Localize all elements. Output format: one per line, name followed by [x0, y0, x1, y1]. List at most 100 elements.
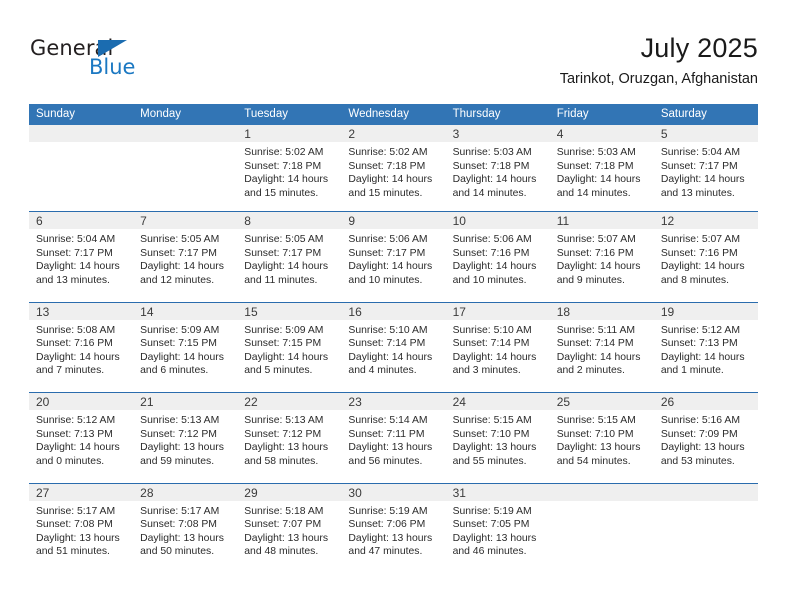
day-cell[interactable]: 5 Sunrise: 5:04 AM Sunset: 7:17 PM Daylight… [653, 125, 758, 211]
day-number-band: 31 [445, 483, 550, 501]
day-number: 1 [244, 127, 251, 141]
daylight-text-line1: Daylight: 14 hours [36, 261, 120, 273]
daylight-text-line1: Daylight: 14 hours [244, 261, 329, 273]
day-cell[interactable]: 22 Sunrise: 5:13 AM Sunset: 7:12 PM Dayligh… [237, 393, 342, 483]
day-sun-info: Sunrise: 5:08 AM Sunset: 7:16 PM Daylight:… [29, 320, 133, 378]
day-number-band: 5 [653, 125, 758, 142]
day-cell[interactable]: 15 Sunrise: 5:09 AM Sunset: 7:15 PM Dayligh… [237, 302, 342, 392]
sunrise-text: Sunrise: 5:13 AM [244, 415, 324, 426]
day-cell-empty [653, 483, 758, 573]
day-cell[interactable]: 26 Sunrise: 5:16 AM Sunset: 7:09 PM Dayligh… [653, 393, 758, 483]
daylight-text-line1: Daylight: 13 hours [244, 532, 329, 544]
daylight-text-line2: and 53 minutes. [660, 455, 735, 467]
daylight-text-line1: Daylight: 13 hours [452, 532, 537, 544]
sunset-text: Sunset: 7:15 PM [140, 338, 217, 350]
day-cell-empty [29, 125, 134, 211]
week-row: 20 Sunrise: 5:12 AM Sunset: 7:13 PM Dayligh… [29, 392, 758, 483]
sunrise-text: Sunrise: 5:03 AM [556, 147, 636, 158]
sunset-text: Sunset: 7:16 PM [452, 247, 530, 259]
sunset-text: Sunset: 7:18 PM [348, 160, 426, 172]
day-sun-info: Sunrise: 5:05 AM Sunset: 7:17 PM Daylight:… [133, 229, 237, 287]
day-number-band [549, 483, 654, 501]
daylight-text-line2: and 11 minutes. [244, 274, 318, 286]
day-cell[interactable]: 23 Sunrise: 5:14 AM Sunset: 7:11 PM Dayligh… [341, 393, 446, 483]
day-number: 14 [140, 304, 154, 319]
day-number: 13 [36, 304, 50, 319]
day-number-band [29, 125, 134, 142]
day-cell[interactable]: 16 Sunrise: 5:10 AM Sunset: 7:14 PM Dayligh… [341, 302, 446, 392]
day-cell[interactable]: 6 Sunrise: 5:04 AM Sunset: 7:17 PM Daylight… [29, 212, 134, 302]
sunrise-text: Sunrise: 5:17 AM [36, 505, 116, 517]
daylight-text-line2: and 46 minutes. [452, 546, 527, 558]
sunset-text: Sunset: 7:09 PM [660, 428, 738, 440]
day-cell[interactable]: 31 Sunrise: 5:19 AM Sunset: 7:05 PM Dayligh… [445, 483, 550, 573]
day-cell[interactable]: 3 Sunrise: 5:03 AM Sunset: 7:18 PM Daylight… [445, 125, 550, 211]
weekday-header-sunday: Sunday [36, 108, 76, 120]
day-sun-info: Sunrise: 5:17 AM Sunset: 7:08 PM Daylight:… [29, 501, 133, 559]
daylight-text-line1: Daylight: 14 hours [452, 261, 537, 273]
sunset-text: Sunset: 7:17 PM [140, 247, 217, 259]
day-cell[interactable]: 19 Sunrise: 5:12 AM Sunset: 7:13 PM Dayligh… [653, 302, 758, 392]
day-number: 2 [348, 127, 356, 141]
day-cell[interactable]: 13 Sunrise: 5:08 AM Sunset: 7:16 PM Dayligh… [29, 302, 134, 392]
sunset-text: Sunset: 7:06 PM [348, 519, 426, 531]
weekday-header-row: Sunday Monday Tuesday Wednesday Thursday… [29, 104, 758, 125]
sunrise-text: Sunrise: 5:19 AM [348, 505, 428, 517]
daylight-text-line1: Daylight: 14 hours [348, 351, 433, 363]
day-cell[interactable]: 2 Sunrise: 5:02 AM Sunset: 7:18 PM Daylight… [341, 125, 446, 211]
day-number-band: 19 [653, 302, 758, 320]
day-cell[interactable]: 24 Sunrise: 5:15 AM Sunset: 7:10 PM Dayligh… [445, 393, 550, 483]
day-cell[interactable]: 14 Sunrise: 5:09 AM Sunset: 7:15 PM Dayligh… [133, 302, 238, 392]
sunrise-text: Sunrise: 5:16 AM [660, 415, 740, 426]
day-cell[interactable]: 10 Sunrise: 5:06 AM Sunset: 7:16 PM Dayligh… [445, 212, 550, 302]
sunset-text: Sunset: 7:18 PM [556, 160, 634, 172]
day-cell[interactable]: 8 Sunrise: 5:05 AM Sunset: 7:17 PM Daylight… [237, 212, 342, 302]
day-cell[interactable]: 17 Sunrise: 5:10 AM Sunset: 7:14 PM Dayligh… [445, 302, 550, 392]
day-cell[interactable]: 29 Sunrise: 5:18 AM Sunset: 7:07 PM Dayligh… [237, 483, 342, 573]
daylight-text-line2: and 59 minutes. [140, 455, 215, 467]
day-number: 31 [452, 485, 466, 500]
sunrise-text: Sunrise: 5:19 AM [452, 505, 532, 517]
day-number: 8 [244, 214, 251, 228]
daylight-text-line2: and 1 minute. [660, 365, 724, 377]
sunset-text: Sunset: 7:16 PM [660, 247, 738, 259]
day-sun-info: Sunrise: 5:09 AM Sunset: 7:15 PM Daylight:… [237, 320, 341, 378]
day-cell[interactable]: 20 Sunrise: 5:12 AM Sunset: 7:13 PM Dayligh… [29, 393, 134, 483]
sunrise-text: Sunrise: 5:06 AM [452, 234, 532, 245]
sunrise-text: Sunrise: 5:04 AM [660, 147, 740, 158]
sunrise-text: Sunrise: 5:02 AM [348, 147, 428, 158]
daylight-text-line1: Daylight: 14 hours [660, 351, 745, 363]
sunrise-text: Sunrise: 5:09 AM [140, 324, 220, 336]
daylight-text-line1: Daylight: 13 hours [36, 532, 120, 544]
sunset-text: Sunset: 7:05 PM [452, 519, 530, 531]
sunset-text: Sunset: 7:18 PM [452, 160, 530, 172]
day-cell[interactable]: 21 Sunrise: 5:13 AM Sunset: 7:12 PM Dayligh… [133, 393, 238, 483]
day-cell[interactable]: 12 Sunrise: 5:07 AM Sunset: 7:16 PM Dayligh… [653, 212, 758, 302]
day-number-band: 12 [653, 212, 758, 229]
daylight-text-line1: Daylight: 14 hours [556, 351, 641, 363]
day-cell[interactable]: 25 Sunrise: 5:15 AM Sunset: 7:10 PM Dayligh… [549, 393, 654, 483]
day-cell[interactable]: 28 Sunrise: 5:17 AM Sunset: 7:08 PM Dayligh… [133, 483, 238, 573]
week-row: 13 Sunrise: 5:08 AM Sunset: 7:16 PM Dayligh… [29, 301, 758, 392]
day-cell[interactable]: 4 Sunrise: 5:03 AM Sunset: 7:18 PM Daylight… [549, 125, 654, 211]
day-cell[interactable]: 30 Sunrise: 5:19 AM Sunset: 7:06 PM Dayligh… [341, 483, 446, 573]
day-cell[interactable]: 7 Sunrise: 5:05 AM Sunset: 7:17 PM Daylight… [133, 212, 238, 302]
day-cell[interactable]: 9 Sunrise: 5:06 AM Sunset: 7:17 PM Daylight… [341, 212, 446, 302]
daylight-text-line1: Daylight: 14 hours [140, 351, 224, 363]
day-number: 15 [244, 304, 258, 319]
day-number: 5 [660, 127, 668, 141]
day-cell[interactable]: 1 Sunrise: 5:02 AM Sunset: 7:18 PM Daylight… [237, 125, 342, 211]
day-number: 26 [660, 395, 675, 409]
day-cell[interactable]: 27 Sunrise: 5:17 AM Sunset: 7:08 PM Dayligh… [29, 483, 134, 573]
day-number-band: 20 [29, 393, 134, 410]
day-number: 11 [556, 214, 570, 228]
general-blue-logo[interactable]: General Blue [30, 36, 260, 86]
daylight-text-line2: and 47 minutes. [348, 546, 423, 558]
day-number: 10 [452, 214, 466, 228]
day-cell[interactable]: 18 Sunrise: 5:11 AM Sunset: 7:14 PM Dayligh… [549, 302, 654, 392]
day-sun-info: Sunrise: 5:13 AM Sunset: 7:12 PM Daylight:… [237, 410, 341, 468]
day-cell[interactable]: 11 Sunrise: 5:07 AM Sunset: 7:16 PM Dayligh… [549, 212, 654, 302]
sunset-text: Sunset: 7:11 PM [348, 428, 425, 440]
day-number: 19 [660, 304, 675, 319]
sunrise-text: Sunrise: 5:05 AM [140, 234, 220, 245]
